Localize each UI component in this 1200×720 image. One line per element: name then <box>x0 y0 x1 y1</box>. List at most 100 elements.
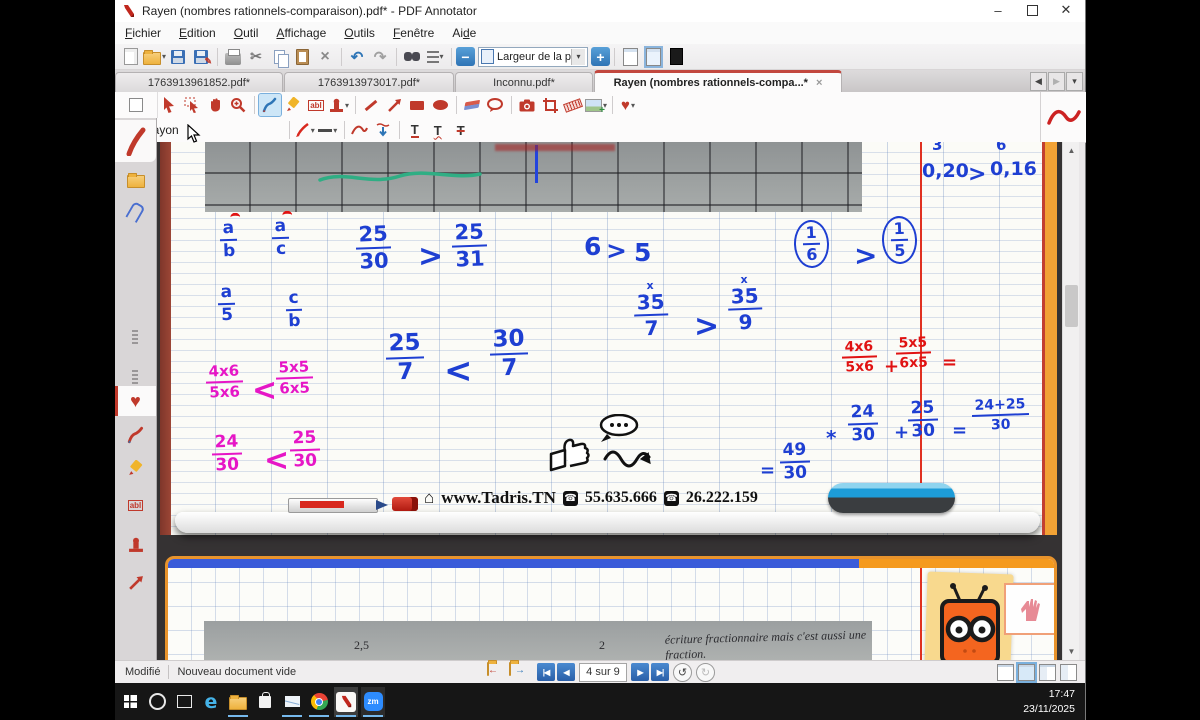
layout-grid-icon[interactable] <box>1039 663 1056 681</box>
tab-scroll-left-button[interactable]: ◀ <box>1030 72 1047 91</box>
vertical-scrollbar[interactable]: ▲ ▼ <box>1062 142 1079 660</box>
rectangle-tool[interactable] <box>406 94 428 116</box>
pressure-button[interactable] <box>372 119 394 141</box>
next-page-button[interactable]: ▶ <box>631 663 649 681</box>
save-as-button[interactable]: ✎ <box>190 46 212 68</box>
favorites-button[interactable]: ♥ ▾ <box>617 94 639 116</box>
taskbar-file-explorer[interactable] <box>226 687 250 717</box>
stamp-tool[interactable]: ▾ <box>328 94 350 116</box>
measure-tool[interactable] <box>562 94 584 116</box>
strikethrough-style-button[interactable]: T <box>450 119 472 141</box>
zoom-tool[interactable] <box>227 94 249 116</box>
cut-button[interactable]: ✂ <box>245 46 267 68</box>
start-button[interactable] <box>118 687 142 717</box>
splitter-grip[interactable] <box>132 330 138 346</box>
taskbar-store[interactable] <box>253 687 277 717</box>
delete-button[interactable]: × <box>314 46 336 68</box>
tab-list-dropdown-button[interactable]: ▾ <box>1066 72 1083 91</box>
sidebar-item-favorites[interactable]: ♥ <box>115 386 156 416</box>
fit-width-view-button[interactable] <box>642 45 664 68</box>
document-tab[interactable]: Inconnu.pdf* <box>455 72 593 92</box>
menu-item[interactable]: Edition <box>179 26 216 40</box>
menu-item[interactable]: Aide <box>452 26 476 40</box>
menu-item[interactable]: Fichier <box>125 26 161 40</box>
sidebar-item-highlighter[interactable] <box>115 453 156 483</box>
layout-continuous-icon[interactable] <box>1016 661 1037 683</box>
save-button[interactable] <box>167 46 189 68</box>
scrollbar-thumb[interactable] <box>1065 285 1078 327</box>
copy-button[interactable] <box>268 46 290 68</box>
sidebar-item-stamp[interactable] <box>115 530 156 560</box>
pan-tool[interactable] <box>204 94 226 116</box>
sidebar-item-arrow[interactable] <box>115 568 156 598</box>
paste-button[interactable] <box>291 46 313 68</box>
next-document-button[interactable]: → <box>509 662 529 681</box>
print-button[interactable] <box>222 46 244 68</box>
full-screen-button[interactable] <box>665 46 687 68</box>
sidebar-item-attachments[interactable] <box>115 197 156 227</box>
snapshot-tool[interactable] <box>516 94 538 116</box>
find-button[interactable] <box>401 46 423 68</box>
sidebar-item-text[interactable]: abl <box>115 490 156 520</box>
taskbar-pdf-annotator[interactable] <box>334 686 358 717</box>
sidebar-item-pen[interactable] <box>115 120 156 162</box>
single-page-view-button[interactable] <box>619 46 641 68</box>
page-indicator[interactable]: 4 sur 9 <box>579 662 627 682</box>
task-view-button[interactable] <box>172 687 196 717</box>
sidebar-toggle[interactable] <box>115 92 158 118</box>
zoom-level-select[interactable]: Largeur de la pa ▾ <box>478 46 589 67</box>
wavy-underline-style-button[interactable]: T <box>427 119 449 141</box>
zoom-in-button[interactable]: + <box>591 47 611 66</box>
layout-single-icon[interactable] <box>997 663 1014 681</box>
pdf-page-current[interactable]: a b a c a 5 c b 25 30 >25 31 6 >5 x 35 7 > x 35 9 1 6 >1 5 25 7 <30… <box>160 142 1057 535</box>
text-tool[interactable]: abl <box>305 94 327 116</box>
document-tab[interactable]: Rayen (nombres rationnels-compa...* × <box>594 70 842 92</box>
menu-item[interactable]: Affichage <box>276 26 326 40</box>
menu-item[interactable]: Fenêtre <box>393 26 434 40</box>
menu-item[interactable]: Outil <box>234 26 259 40</box>
taskbar-clock[interactable]: 17:47 23/11/2025 <box>1023 687 1075 716</box>
pdf-page-next[interactable]: 2,5 2 écriture fractionnaire mais c'est … <box>165 556 1057 660</box>
tab-scroll-right-button[interactable]: ▶ <box>1048 72 1065 91</box>
layout-facing-icon[interactable] <box>1060 663 1077 681</box>
scroll-down-arrow[interactable]: ▼ <box>1063 643 1080 660</box>
tab-close-icon[interactable]: × <box>816 77 822 89</box>
document-tab[interactable]: 1763913961852.pdf* <box>115 72 283 92</box>
pen-tool[interactable] <box>258 93 282 117</box>
splitter-grip[interactable] <box>132 370 138 386</box>
previous-page-button[interactable]: ◀ <box>557 663 575 681</box>
last-page-button[interactable]: ▶| <box>651 663 669 681</box>
taskbar-zoom[interactable]: zm <box>361 686 385 717</box>
sidebar-item-pages[interactable] <box>115 165 156 195</box>
select-tool[interactable] <box>158 94 180 116</box>
history-forward-button[interactable]: ↻ <box>696 662 715 682</box>
sidebar-item-crayon[interactable] <box>115 420 156 450</box>
previous-document-button[interactable]: ← <box>487 662 507 681</box>
chevron-down-icon[interactable]: ▾ <box>571 48 586 65</box>
restore-button[interactable] <box>1015 0 1049 20</box>
ellipse-tool[interactable] <box>429 94 451 116</box>
line-tool[interactable] <box>360 94 382 116</box>
scroll-up-arrow[interactable]: ▲ <box>1063 142 1080 159</box>
menu-item[interactable]: Outils <box>344 26 375 40</box>
minimize-button[interactable]: – <box>981 0 1015 20</box>
lasso-select-tool[interactable] <box>181 94 203 116</box>
zoom-out-button[interactable]: − <box>456 47 476 66</box>
eraser-tool[interactable] <box>461 94 483 116</box>
stroke-width-button[interactable]: ▾ <box>317 119 339 141</box>
highlighter-tool[interactable] <box>282 94 304 116</box>
taskbar-mail[interactable] <box>280 687 304 717</box>
taskbar-edge[interactable]: e <box>199 687 223 717</box>
document-tab[interactable]: 1763913973017.pdf* <box>284 72 454 92</box>
first-page-button[interactable]: |◀ <box>537 663 555 681</box>
underline-style-button[interactable]: T <box>404 119 426 141</box>
redo-button[interactable]: ↷ <box>369 46 391 68</box>
new-document-button[interactable] <box>120 46 142 68</box>
close-button[interactable]: ✕ <box>1049 0 1083 20</box>
undo-button[interactable]: ↶ <box>346 46 368 68</box>
history-back-button[interactable]: ↺ <box>673 662 692 682</box>
callout-tool[interactable] <box>484 94 506 116</box>
pen-color-button[interactable]: ▾ <box>294 119 316 141</box>
arrow-tool[interactable] <box>383 94 405 116</box>
smooth-curve-button[interactable] <box>349 119 371 141</box>
